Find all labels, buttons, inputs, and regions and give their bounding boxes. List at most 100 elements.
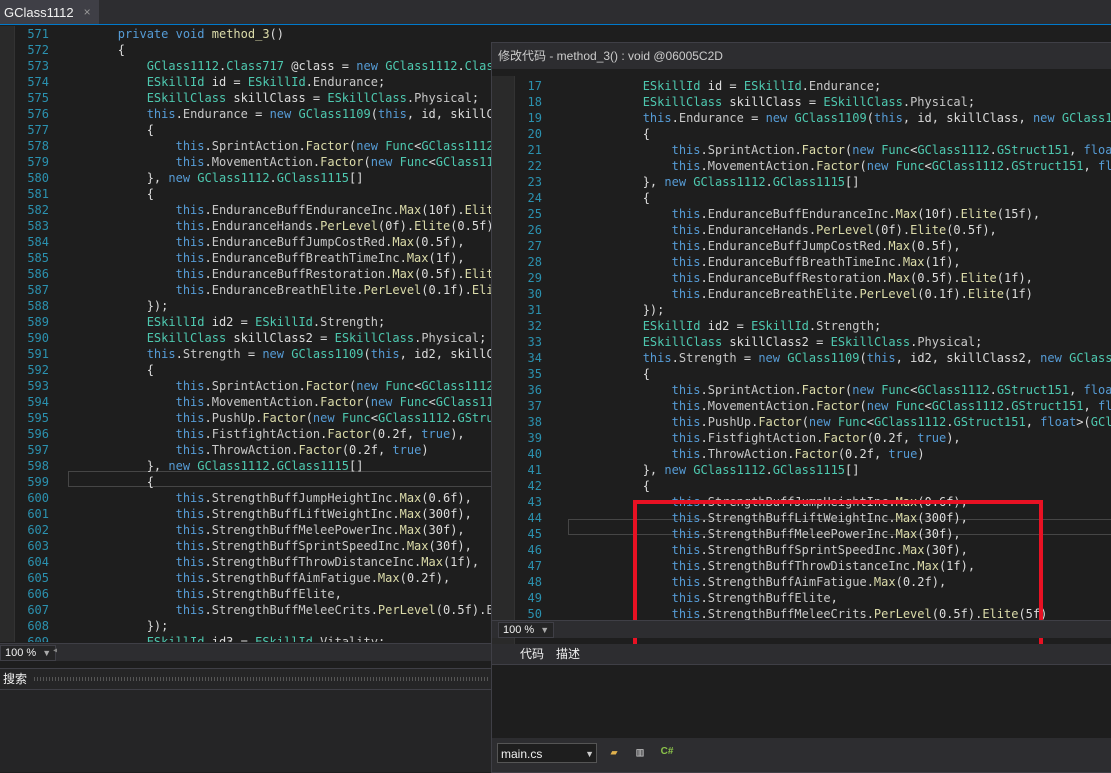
line-number: 32	[527, 319, 542, 333]
build-icon[interactable]: ▥	[632, 744, 648, 760]
line-number: 577	[27, 123, 49, 137]
line-number: 581	[27, 187, 49, 201]
code-text: }, new GClass1112.GClass1115[]	[60, 171, 364, 185]
document-tab[interactable]: GClass1112 ×	[0, 0, 99, 24]
line-number: 26	[527, 223, 542, 237]
line-number: 585	[27, 251, 49, 265]
code-text: this.StrengthBuffMeleeCrits.PerLevel(0.5…	[175, 603, 492, 617]
line-number: 41	[527, 463, 542, 477]
line-number: 589	[27, 315, 49, 329]
panel-grip[interactable]	[34, 677, 489, 681]
line-number: 39	[527, 431, 542, 445]
line-number: 603	[27, 539, 49, 553]
tab-description[interactable]: 描述	[550, 646, 586, 662]
line-number: 33	[527, 335, 542, 349]
folder-open-icon[interactable]: ▰	[606, 744, 622, 760]
file-selector[interactable]: main.cs ▼	[497, 743, 597, 763]
line-number: 573	[27, 59, 49, 73]
code-text: this.MovementAction.Factor(new Func<GCla…	[175, 395, 492, 409]
code-text: this.ThrowAction.Factor(0.2f, true)	[175, 443, 429, 457]
zoom-value: 100 %	[503, 624, 535, 636]
line-number: 580	[27, 171, 49, 185]
document-tab-title: GClass1112	[4, 4, 74, 20]
line-number: 598	[27, 459, 49, 473]
code-text: this.MovementAction.Factor(new Func<GCla…	[671, 159, 1111, 173]
line-number: 586	[27, 267, 49, 281]
editor-margin	[0, 26, 15, 642]
line-number: 579	[27, 155, 49, 169]
line-number: 607	[27, 603, 49, 617]
code-text: this.SprintAction.Factor(new Func<GClass…	[671, 383, 1111, 397]
code-text: this.EnduranceBuffJumpCostRed.Max(0.5f),	[175, 235, 465, 249]
line-number: 30	[527, 287, 542, 301]
code-text: this.EnduranceBreathElite.PerLevel(0.1f)…	[671, 287, 1033, 301]
code-text: this.FistfightAction.Factor(0.2f, true),	[671, 431, 961, 445]
code-text: ESkillId id3 = ESkillId.Vitality;	[146, 635, 386, 642]
line-number: 31	[527, 303, 542, 317]
line-number: 608	[27, 619, 49, 633]
line-number: 18	[527, 95, 542, 109]
description-area	[492, 665, 1111, 738]
search-panel: 搜索	[0, 668, 495, 772]
code-text: this.EnduranceBuffRestoration.Max(0.5f).…	[175, 267, 492, 281]
line-number: 22	[527, 159, 542, 173]
line-number: 605	[27, 571, 49, 585]
line-number: 609	[27, 635, 49, 642]
chevron-down-icon: ▼	[540, 625, 550, 635]
line-number: 46	[527, 543, 542, 557]
line-number: 590	[27, 331, 49, 345]
code-text: this.EnduranceBuffEnduranceInc.Max(10f).…	[175, 203, 492, 217]
editor-status-bar: 100 % ▼ ◂	[0, 643, 492, 661]
chevron-down-icon: ▼	[42, 648, 52, 658]
line-number: 575	[27, 91, 49, 105]
line-number: 27	[527, 239, 542, 253]
line-number: 34	[527, 351, 542, 365]
code-text: {	[556, 191, 650, 205]
csharp-icon[interactable]: C#	[659, 744, 675, 760]
code-text: }, new GClass1112.GClass1115[]	[60, 459, 364, 473]
line-number: 43	[527, 495, 542, 509]
code-text: {	[60, 123, 154, 137]
code-text: {	[60, 187, 154, 201]
file-name: main.cs	[501, 747, 543, 761]
code-text: this.StrengthBuffMeleePowerInc.Max(30f),	[175, 523, 465, 537]
edit-code-editor[interactable]: 17 ESkillId id = ESkillId.Endurance; 18 E…	[492, 76, 1111, 661]
line-number: 48	[527, 575, 542, 589]
code-text: ESkillClass skillClass = ESkillClass.Phy…	[146, 91, 480, 105]
line-number: 25	[527, 207, 542, 221]
code-text: this.EnduranceHands.PerLevel(0f).Elite(0…	[671, 223, 997, 237]
horizontal-scrollbar[interactable]: ◂	[52, 645, 490, 657]
zoom-value: 100 %	[5, 647, 37, 659]
editor-status-bar: 100 % ▼	[492, 620, 1111, 638]
code-text: this.EnduranceHands.PerLevel(0f).Elite(0…	[175, 219, 492, 233]
line-number: 45	[527, 527, 542, 541]
code-text: this.StrengthBuffSprintSpeedInc.Max(30f)…	[175, 539, 472, 553]
code-text: this.Strength = new GClass1109(this, id2…	[642, 351, 1111, 365]
edit-window-title[interactable]: 修改代码 - method_3() : void @06005C2D	[492, 43, 1111, 69]
close-icon[interactable]: ×	[84, 5, 91, 19]
line-number: 40	[527, 447, 542, 461]
tab-code[interactable]: 代码	[514, 646, 550, 662]
code-text: ESkillId id = ESkillId.Endurance;	[146, 75, 386, 89]
line-number: 594	[27, 395, 49, 409]
zoom-selector[interactable]: 100 % ▼	[0, 645, 57, 661]
main-code-editor[interactable]: 571 private void method_3() 572 {573 GCla…	[0, 26, 492, 642]
line-number: 19	[527, 111, 542, 125]
code-text: {	[556, 479, 650, 493]
line-number: 42	[527, 479, 542, 493]
code-text: this.SprintAction.Factor(new Func<GClass…	[175, 139, 492, 153]
line-number: 576	[27, 107, 49, 121]
code-text: this.PushUp.Factor(new Func<GClass1112.G…	[671, 415, 1111, 429]
zoom-selector[interactable]: 100 % ▼	[498, 622, 555, 638]
line-number: 49	[527, 591, 542, 605]
code-text: }, new GClass1112.GClass1115[]	[556, 175, 860, 189]
scroll-left-icon[interactable]: ◂	[52, 645, 58, 656]
line-number: 591	[27, 347, 49, 361]
code-text: this.MovementAction.Factor(new Func<GCla…	[175, 155, 492, 169]
code-text: GClass1112.Class717 @class = new GClass1…	[146, 59, 492, 73]
code-text: this.StrengthBuffJumpHeightInc.Max(0.6f)…	[175, 491, 472, 505]
code-text: this.EnduranceBreathElite.PerLevel(0.1f)…	[175, 283, 492, 297]
code-text: {	[60, 475, 154, 489]
code-text: });	[60, 299, 169, 313]
code-text: });	[556, 303, 665, 317]
